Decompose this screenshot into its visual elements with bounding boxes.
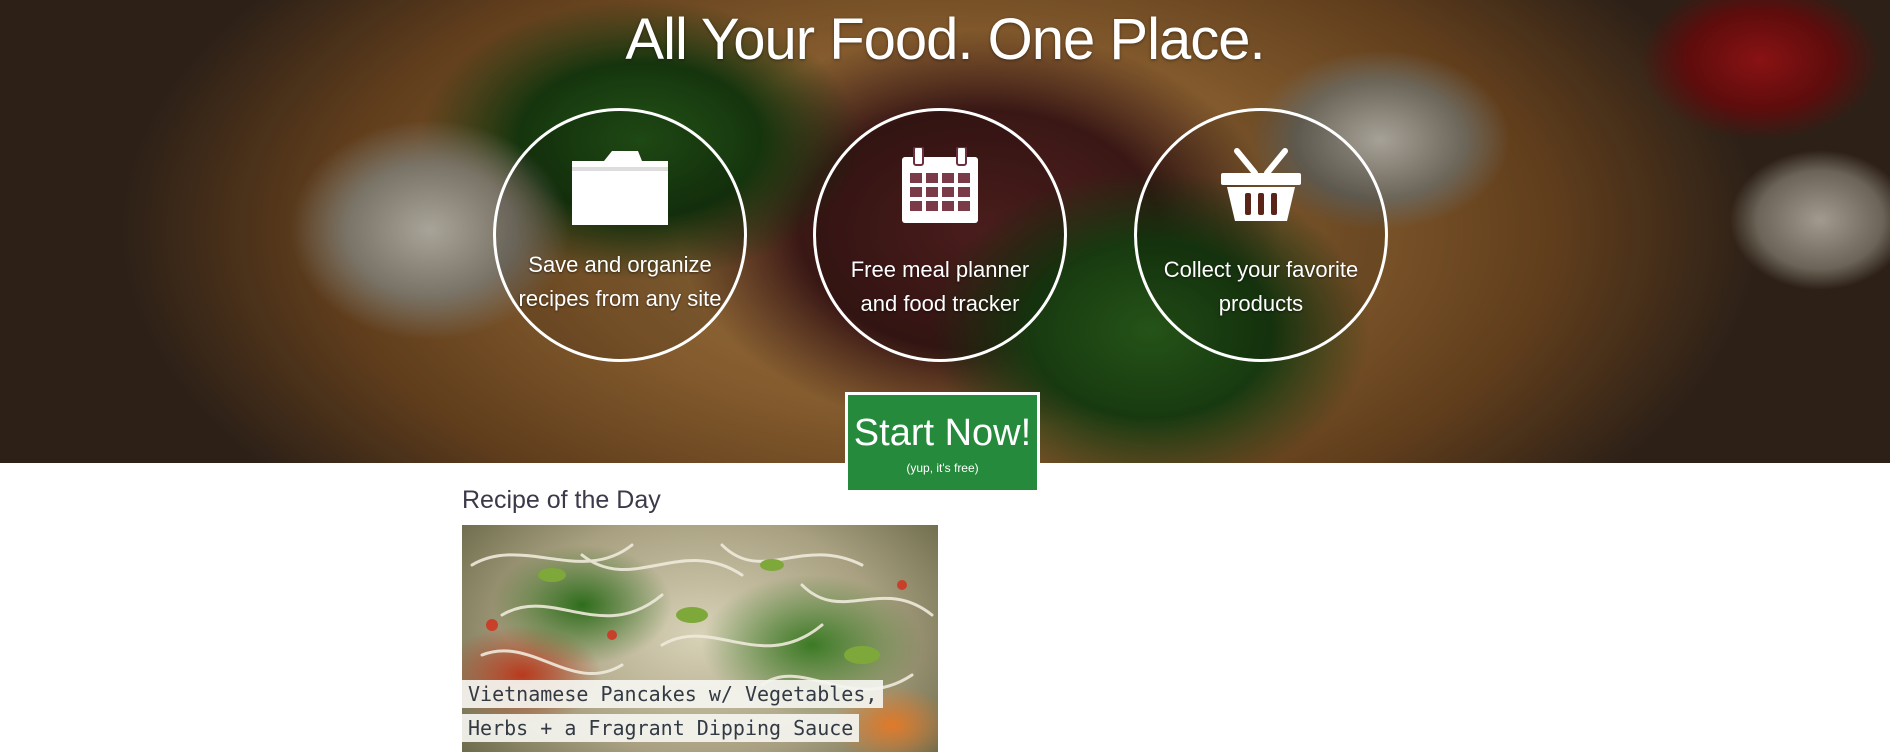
page-title: All Your Food. One Place. [625,7,1265,72]
folder-icon [568,147,672,234]
start-now-sublabel: (yup, it's free) [906,461,979,475]
feature-meal-planner[interactable]: Free meal planner and food tracker [813,108,1067,362]
recipe-of-the-day-card[interactable]: Vietnamese Pancakes w/ Vegetables, Herbs… [462,525,938,752]
recipe-of-the-day-heading: Recipe of the Day [462,486,661,514]
start-now-label: Start Now! [853,412,1032,454]
recipe-title-text: Vietnamese Pancakes w/ Vegetables, Herbs… [462,680,884,742]
calendar-icon [900,146,980,230]
basket-icon [1219,147,1303,228]
feature-save-recipes[interactable]: Save and organize recipes from any site [493,108,747,362]
feature-label: Save and organize recipes from any site [518,252,722,311]
feature-label: Collect your favorite products [1163,257,1359,316]
feature-label: Free meal planner and food tracker [850,257,1030,316]
feature-collect-products[interactable]: Collect your favorite products [1134,108,1388,362]
recipe-title[interactable]: Vietnamese Pancakes w/ Vegetables, Herbs… [462,677,884,745]
start-now-button[interactable]: Start Now! (yup, it's free) [845,392,1040,493]
